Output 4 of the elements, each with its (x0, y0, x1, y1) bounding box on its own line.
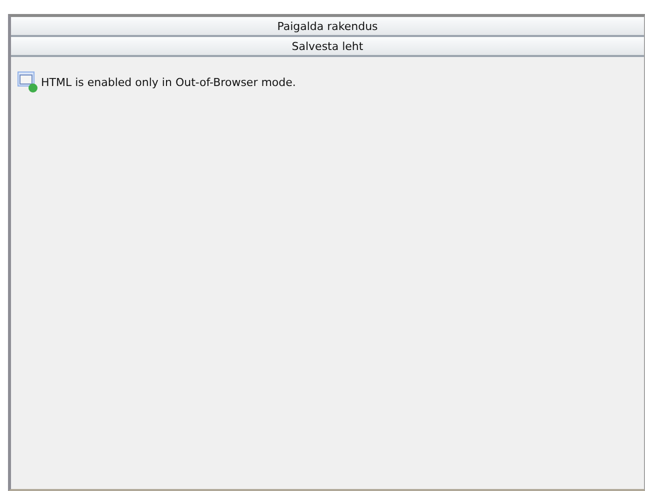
window-status-icon (17, 71, 39, 93)
info-message: HTML is enabled only in Out-of-Browser mode. (41, 76, 296, 88)
toolbar-button[interactable]: Paigalda rakendus (11, 17, 644, 37)
toolbar-button[interactable]: Salvesta leht (11, 37, 644, 57)
